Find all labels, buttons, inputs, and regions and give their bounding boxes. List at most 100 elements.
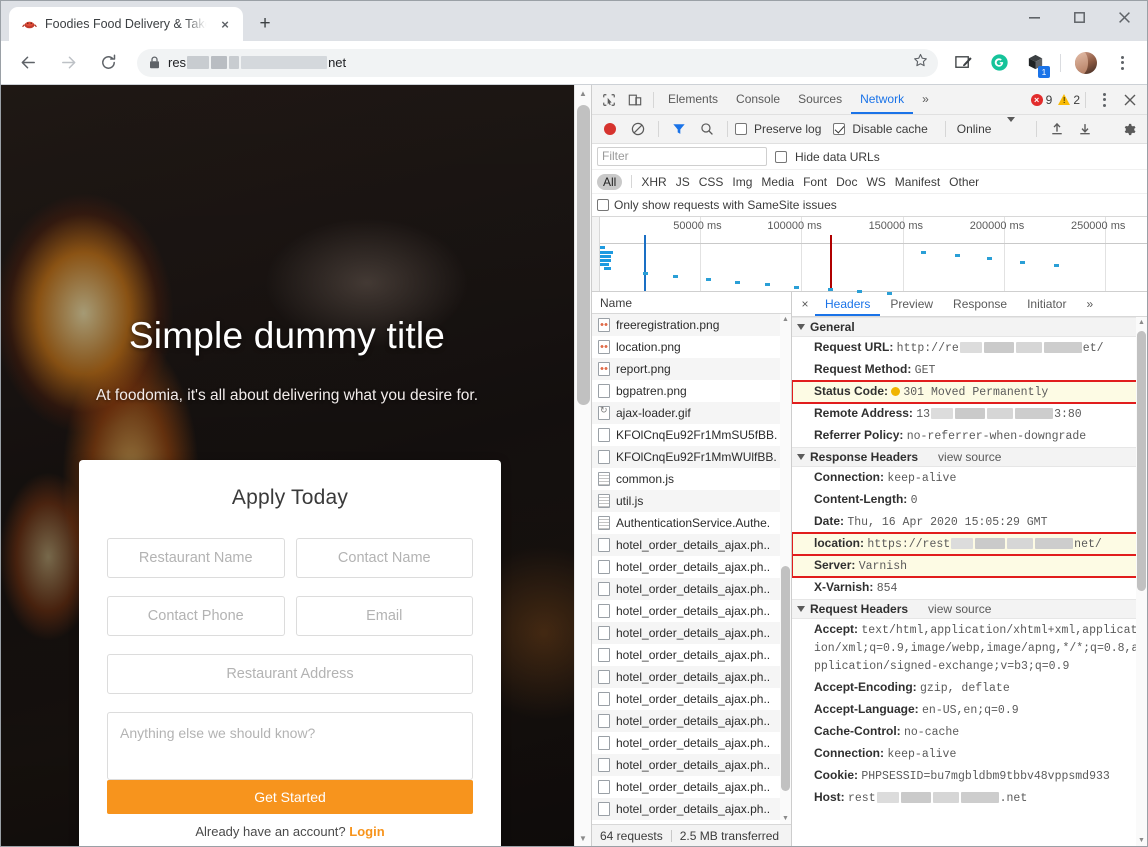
request-list-item[interactable]: hotel_order_details_ajax.ph.. — [592, 556, 791, 578]
request-list-item[interactable]: hotel_order_details_ajax.ph.. — [592, 666, 791, 688]
inspect-element-icon[interactable] — [596, 88, 622, 112]
forward-arrow-icon[interactable] — [53, 48, 83, 78]
filter-funnel-icon[interactable] — [666, 117, 692, 141]
kebab-menu-icon[interactable] — [1108, 49, 1136, 77]
tab-network[interactable]: Network — [851, 85, 913, 114]
more-tabs-button[interactable]: » — [913, 85, 938, 114]
filter-font[interactable]: Font — [803, 175, 827, 189]
address-bar[interactable]: res net — [137, 49, 938, 77]
filter-other[interactable]: Other — [949, 175, 979, 189]
page-scrollbar[interactable]: ▲ ▼ — [574, 85, 591, 846]
tab-headers[interactable]: Headers — [815, 292, 880, 316]
error-counter[interactable]: × 9 — [1031, 93, 1053, 107]
scroll-up-arrow-icon[interactable]: ▲ — [579, 85, 587, 101]
tab-elements[interactable]: Elements — [659, 85, 727, 114]
page-scrollbar-thumb[interactable] — [577, 105, 590, 405]
filter-xhr[interactable]: XHR — [641, 175, 666, 189]
chevron-down-icon[interactable] — [1007, 122, 1015, 136]
request-list-item[interactable]: hotel_order_details_ajax.ph.. — [592, 534, 791, 556]
preserve-log-checkbox[interactable] — [735, 123, 747, 135]
network-timeline-overview[interactable]: 50000 ms 100000 ms 150000 ms 200000 ms 2… — [592, 217, 1147, 292]
request-list-item[interactable]: hotel_order_details_ajax.ph.. — [592, 732, 791, 754]
request-list-item[interactable]: ajax-loader.gif — [592, 402, 791, 424]
headers-scrollbar-thumb[interactable] — [1137, 331, 1146, 591]
tab-sources[interactable]: Sources — [789, 85, 851, 114]
tab-console[interactable]: Console — [727, 85, 789, 114]
device-toolbar-icon[interactable] — [622, 88, 648, 112]
devtools-kebab-menu-icon[interactable] — [1091, 88, 1117, 112]
detail-more-tabs[interactable]: » — [1076, 292, 1103, 316]
request-list-item[interactable]: hotel_order_details_ajax.ph.. — [592, 798, 791, 820]
request-list-item[interactable]: util.js — [592, 490, 791, 512]
scroll-up-arrow-icon[interactable]: ▲ — [1136, 317, 1147, 328]
download-har-icon[interactable] — [1072, 117, 1098, 141]
request-list-item[interactable]: hotel_order_details_ajax.ph.. — [592, 754, 791, 776]
request-list-item[interactable]: KFOlCnqEu92Fr1MmSU5fBB. — [592, 424, 791, 446]
warning-counter[interactable]: 2 — [1058, 93, 1080, 107]
scroll-down-arrow-icon[interactable]: ▼ — [780, 813, 791, 824]
request-headers-section-header[interactable]: Request Headersview source — [792, 599, 1147, 619]
request-list-item[interactable]: location.png — [592, 336, 791, 358]
filter-js[interactable]: JS — [676, 175, 690, 189]
restaurant-name-input[interactable]: Restaurant Name — [107, 538, 285, 578]
clear-button[interactable] — [625, 117, 651, 141]
maximize-icon[interactable] — [1057, 1, 1102, 33]
hide-data-urls-checkbox[interactable] — [775, 151, 787, 163]
scroll-up-arrow-icon[interactable]: ▲ — [780, 314, 791, 325]
filter-ws[interactable]: WS — [866, 175, 885, 189]
overview-body[interactable]: 50000 ms 100000 ms 150000 ms 200000 ms 2… — [600, 217, 1147, 291]
request-list-item[interactable]: report.png — [592, 358, 791, 380]
filter-doc[interactable]: Doc — [836, 175, 857, 189]
request-list-item[interactable]: freeregistration.png — [592, 314, 791, 336]
view-source-link[interactable]: view source — [928, 602, 991, 616]
filter-media[interactable]: Media — [761, 175, 794, 189]
email-input[interactable]: Email — [296, 596, 474, 636]
minimize-icon[interactable] — [1012, 1, 1057, 33]
request-list-item[interactable]: hotel_order_details_ajax.ph.. — [592, 578, 791, 600]
request-list-scrollbar-thumb[interactable] — [781, 566, 790, 791]
filter-manifest[interactable]: Manifest — [895, 175, 940, 189]
star-icon[interactable] — [913, 53, 928, 73]
reload-icon[interactable] — [93, 48, 123, 78]
filter-all[interactable]: All — [597, 174, 622, 190]
page-scrollbar-track[interactable] — [575, 101, 591, 830]
request-list-item[interactable]: AuthenticationService.Authe. — [592, 512, 791, 534]
scroll-down-arrow-icon[interactable]: ▼ — [1136, 835, 1147, 846]
request-list-item[interactable]: hotel_order_details_ajax.ph.. — [592, 776, 791, 798]
filter-css[interactable]: CSS — [699, 175, 724, 189]
detail-close-icon[interactable]: × — [795, 292, 815, 316]
record-button[interactable] — [597, 117, 623, 141]
scroll-down-arrow-icon[interactable]: ▼ — [579, 830, 587, 846]
headers-content[interactable]: GeneralRequest URL: http://reet/Request … — [792, 317, 1147, 846]
extension-cube-icon[interactable]: 1 — [1021, 49, 1049, 77]
samesite-checkbox[interactable] — [597, 199, 609, 211]
general-section-header[interactable]: General — [792, 317, 1147, 337]
tab-initiator[interactable]: Initiator — [1017, 292, 1076, 316]
request-list-item[interactable]: KFOlCnqEu92Fr1MmWUlfBB. — [592, 446, 791, 468]
tab-response[interactable]: Response — [943, 292, 1017, 316]
browser-tab[interactable]: Foodies Food Delivery & Take O × — [9, 7, 243, 41]
filter-img[interactable]: Img — [732, 175, 752, 189]
tab-close-icon[interactable]: × — [216, 15, 234, 33]
request-list-item[interactable]: hotel_order_details_ajax.ph.. — [592, 600, 791, 622]
request-list-item[interactable]: hotel_order_details_ajax.ph.. — [592, 644, 791, 666]
request-list-item[interactable]: hotel_order_details_ajax.ph.. — [592, 688, 791, 710]
new-tab-button[interactable]: + — [251, 10, 279, 38]
name-column-header[interactable]: Name — [592, 292, 791, 314]
devtools-close-icon[interactable] — [1117, 88, 1143, 112]
request-list-item[interactable]: common.js — [592, 468, 791, 490]
login-link[interactable]: Login — [349, 824, 384, 839]
request-list-item[interactable]: hotel_order_details_ajax.ph.. — [592, 820, 791, 824]
disable-cache-checkbox[interactable] — [833, 123, 845, 135]
tab-preview[interactable]: Preview — [880, 292, 943, 316]
contact-phone-input[interactable]: Contact Phone — [107, 596, 285, 636]
contact-name-input[interactable]: Contact Name — [296, 538, 474, 578]
close-icon[interactable] — [1102, 1, 1147, 33]
gear-icon[interactable] — [1116, 117, 1142, 141]
request-list[interactable]: freeregistration.pnglocation.pngreport.p… — [592, 314, 791, 824]
filter-input[interactable]: Filter — [597, 147, 767, 166]
get-started-button[interactable]: Get Started — [107, 780, 473, 814]
request-list-item[interactable]: hotel_order_details_ajax.ph.. — [592, 710, 791, 732]
headers-scrollbar[interactable]: ▲▼ — [1136, 317, 1147, 846]
upload-har-icon[interactable] — [1044, 117, 1070, 141]
